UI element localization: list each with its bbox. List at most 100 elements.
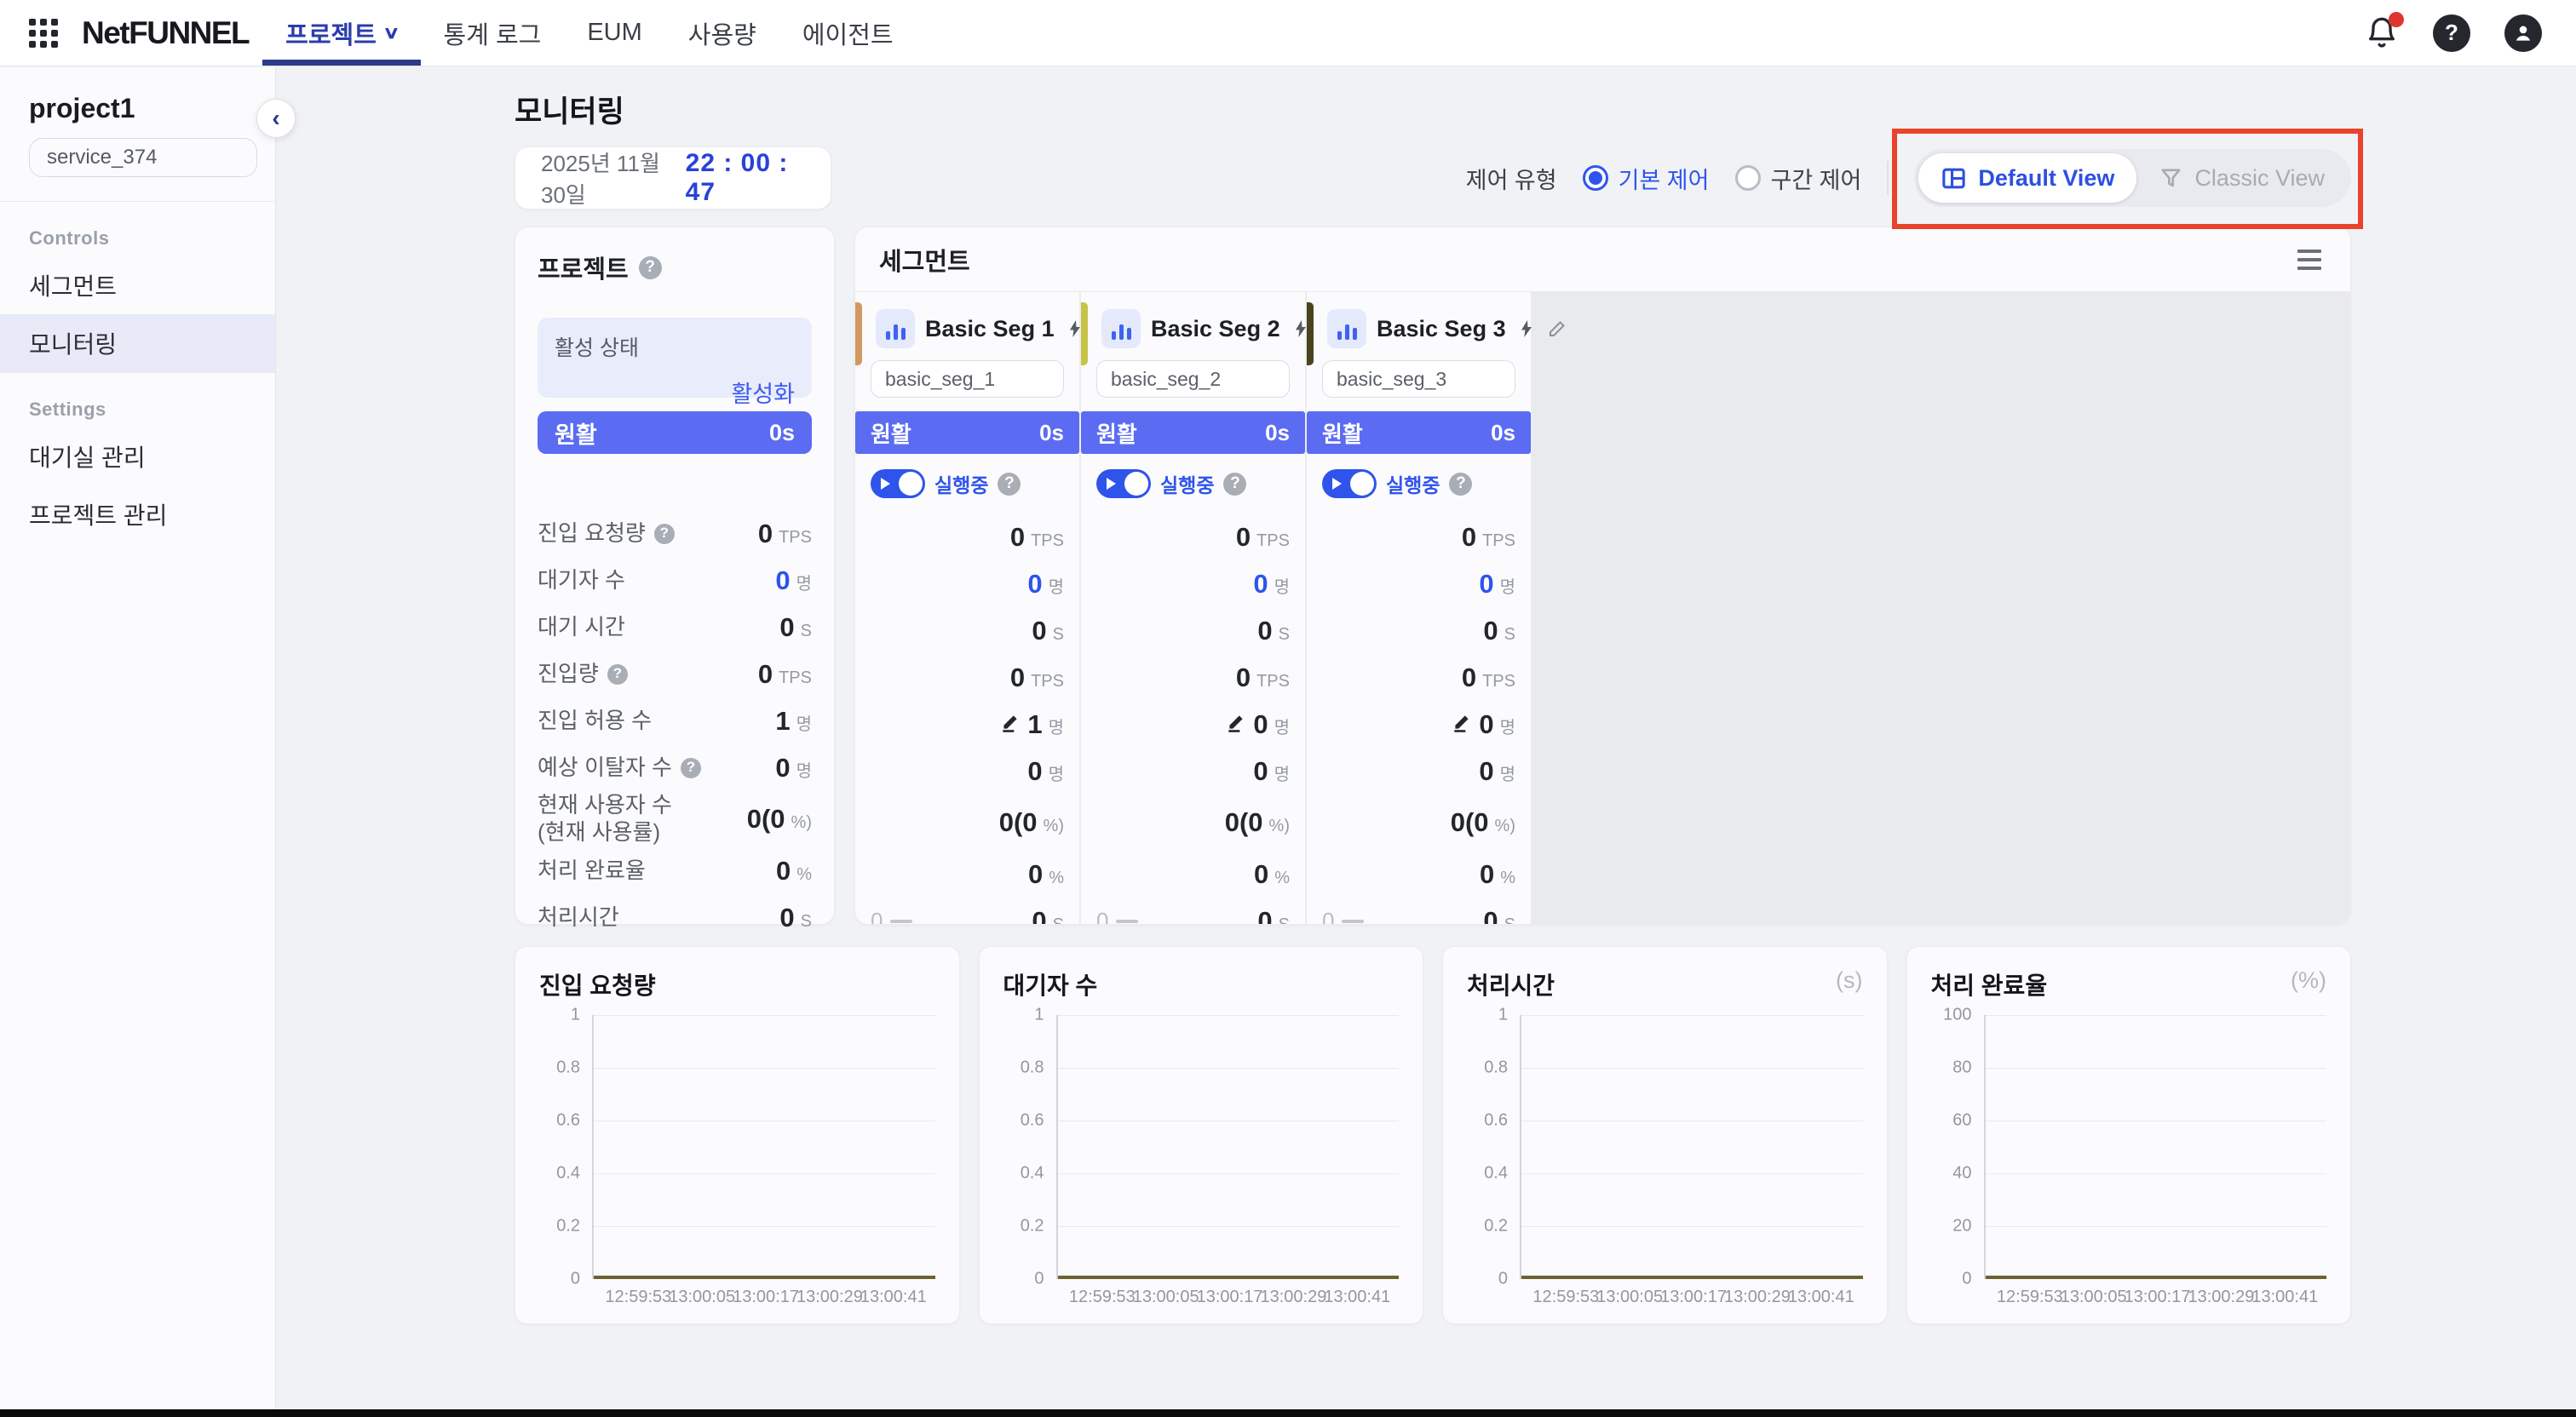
stat-label-text: 진입 허용 수 — [538, 708, 652, 735]
x-tick-label: 13:00:41 — [860, 1288, 927, 1307]
nav-item-2[interactable]: EUM — [564, 0, 664, 66]
chart-header: 처리 완료율(%) — [1931, 967, 2327, 1001]
chart-plot: 020406080100 — [1931, 1015, 2327, 1279]
x-tick-label: 13:00:29 — [796, 1288, 863, 1307]
segment-accent-bar — [1081, 302, 1088, 365]
bar-chart-icon — [1327, 309, 1366, 348]
segment-code-field[interactable] — [1322, 360, 1515, 398]
segment-stat-row-0: 0TPS — [871, 513, 1064, 560]
service-select[interactable] — [29, 138, 257, 177]
nav-item-1[interactable]: 통계 로그 — [421, 0, 565, 66]
stat-label-text: 대기자 수 — [538, 567, 625, 594]
x-tick-label: 13:00:41 — [2251, 1288, 2318, 1307]
x-tick-label: 12:59:53 — [605, 1288, 671, 1307]
play-icon — [1107, 478, 1116, 490]
running-toggle[interactable] — [1322, 469, 1377, 498]
help-icon[interactable]: ? — [681, 758, 701, 778]
nav-item-label: 에이전트 — [802, 15, 894, 51]
stat-value: 0S — [779, 612, 812, 643]
radio-basic-control[interactable]: 기본 제어 — [1583, 162, 1710, 195]
stat-unit: TPS — [1482, 672, 1515, 691]
sidebar-item-모니터링[interactable]: 모니터링 — [0, 314, 275, 372]
stat-value: 0TPS — [758, 519, 812, 549]
running-toggle[interactable] — [1096, 469, 1151, 498]
segment-stat-value: 0TPS — [1236, 522, 1290, 553]
x-tick-label: 12:59:53 — [1069, 1288, 1136, 1307]
edit-pencil-icon[interactable] — [1451, 711, 1473, 733]
stat-number: 0 — [776, 856, 791, 886]
pencil-icon[interactable] — [1547, 318, 1567, 339]
segment-code-field[interactable] — [1096, 360, 1290, 398]
chart-y-axis: 020406080100 — [1931, 1015, 1984, 1279]
charts-row: 진입 요청량00.20.40.60.8112:59:5313:00:0513:0… — [515, 946, 2351, 1324]
range-indicator: 0 — [871, 908, 912, 925]
stat-number: 0 — [779, 612, 794, 643]
stat-label-text: 진입 요청량 — [538, 520, 646, 548]
segment-status-bar: 원활0s — [1307, 411, 1531, 454]
edit-pencil-icon[interactable] — [1225, 711, 1247, 733]
x-tick-label: 13:00:05 — [1596, 1288, 1663, 1307]
service-select-input[interactable] — [30, 146, 256, 169]
chart-y-axis: 00.20.40.60.81 — [1467, 1015, 1520, 1279]
segment-stat-value: 0% — [1028, 859, 1064, 890]
sidebar-item-대기실 관리[interactable]: 대기실 관리 — [0, 427, 275, 485]
help-icon[interactable]: ? — [607, 664, 628, 685]
help-icon[interactable]: ? — [654, 524, 675, 544]
apps-grid-icon[interactable] — [29, 19, 58, 48]
y-tick-label: 0.4 — [1484, 1164, 1508, 1184]
stat-label-text: 처리시간 — [538, 904, 619, 932]
main-nav-menu: 프로젝트∨통계 로그EUM사용량 에이전트 — [262, 0, 916, 66]
segment-code-input[interactable] — [1323, 368, 1515, 391]
gridline — [1058, 1068, 1400, 1069]
stat-unit: % — [1500, 869, 1515, 888]
account-button[interactable] — [2504, 14, 2542, 52]
help-icon[interactable]: ? — [1449, 473, 1472, 496]
stat-unit: S — [1279, 625, 1290, 645]
sidebar-item-프로젝트 관리[interactable]: 프로젝트 관리 — [0, 485, 275, 543]
segment-name: Basic Seg 2 — [1151, 316, 1280, 342]
help-button[interactable]: ? — [2433, 14, 2470, 52]
segment-code-input[interactable] — [871, 368, 1063, 391]
segment-stat-value: 1명 — [999, 709, 1064, 740]
stat-unit: %) — [791, 813, 812, 833]
help-icon[interactable]: ? — [998, 473, 1021, 496]
stat-number: 0 — [1480, 859, 1494, 890]
edit-pencil-icon[interactable] — [999, 711, 1021, 733]
running-toggle[interactable] — [871, 469, 925, 498]
segment-stat-value: 0S — [1257, 906, 1290, 926]
y-tick-label: 80 — [1952, 1058, 1971, 1078]
segment-status-bar: 원활0s — [855, 411, 1079, 454]
segment-code-field[interactable] — [871, 360, 1064, 398]
stat-number: 0 — [1479, 709, 1493, 740]
stat-unit: TPS — [1256, 531, 1290, 551]
stat-unit: S — [801, 912, 812, 932]
x-tick-label: 13:00:05 — [1133, 1288, 1199, 1307]
x-tick-label: 13:00:17 — [1197, 1288, 1263, 1307]
notifications-bell-icon[interactable] — [2365, 15, 2399, 51]
segment-status-value: 0s — [1491, 420, 1515, 446]
y-tick-label: 0.6 — [1484, 1111, 1508, 1131]
nav-item-3[interactable]: 사용량 — [665, 0, 779, 66]
chart-title: 진입 요청량 — [539, 967, 656, 1001]
lightning-bolt-icon[interactable] — [1516, 318, 1537, 340]
help-icon[interactable]: ? — [1223, 473, 1246, 496]
nav-item-0[interactable]: 프로젝트∨ — [262, 0, 420, 66]
segment-code-input[interactable] — [1097, 368, 1289, 391]
stat-unit: TPS — [1256, 672, 1290, 691]
y-tick-label: 0 — [1034, 1270, 1044, 1289]
controls-row: 2025년 11월 30일 22 : 00 : 47 제어 유형 기본 제어 구… — [515, 146, 2351, 209]
stat-unit: 명 — [1500, 760, 1515, 785]
menu-hamburger-icon[interactable] — [2292, 244, 2326, 275]
user-avatar-icon — [2512, 22, 2534, 44]
nav-item-4[interactable]: 에이전트 — [779, 0, 917, 66]
radio-range-control[interactable]: 구간 제어 — [1735, 162, 1862, 195]
segment-stat-value: 0명 — [1253, 569, 1290, 600]
gridline — [594, 1173, 935, 1174]
y-tick-label: 0.6 — [1021, 1111, 1044, 1131]
stat-number: 0 — [1483, 906, 1498, 926]
segment-stat-value: 0S — [1483, 906, 1515, 926]
sidebar-collapse-button[interactable]: ‹ — [256, 99, 296, 138]
sidebar-item-세그먼트[interactable]: 세그먼트 — [0, 256, 275, 314]
sidebar-item-label: 세그먼트 — [29, 268, 117, 302]
help-icon[interactable]: ? — [639, 256, 662, 279]
